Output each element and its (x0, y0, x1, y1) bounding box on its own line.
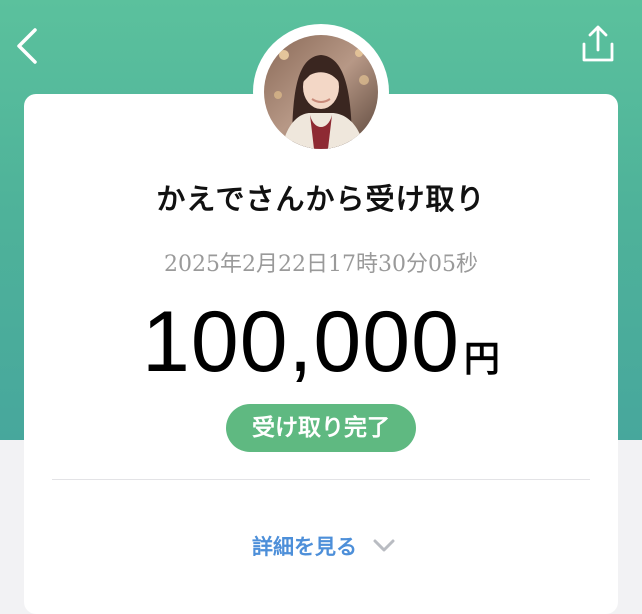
amount-value: 100,000 (142, 294, 460, 390)
avatar (264, 35, 378, 149)
transaction-timestamp: 2025年2月22日17時30分05秒 (164, 252, 478, 277)
avatar-image (264, 35, 378, 149)
currency-label: 円 (463, 339, 500, 380)
chevron-left-icon (17, 28, 37, 64)
status-badge: 受け取り完了 (226, 404, 416, 452)
amount-display: 100,000 円 (24, 294, 618, 390)
divider (52, 479, 590, 480)
page-title: かえでさんから受け取り (156, 182, 486, 216)
share-button[interactable] (576, 22, 620, 66)
chevron-down-icon (373, 539, 395, 552)
view-details-button[interactable]: 詳細を見る (252, 530, 396, 564)
back-button[interactable] (8, 22, 48, 70)
view-details-label: 詳細を見る (252, 535, 357, 559)
share-icon (582, 25, 614, 62)
